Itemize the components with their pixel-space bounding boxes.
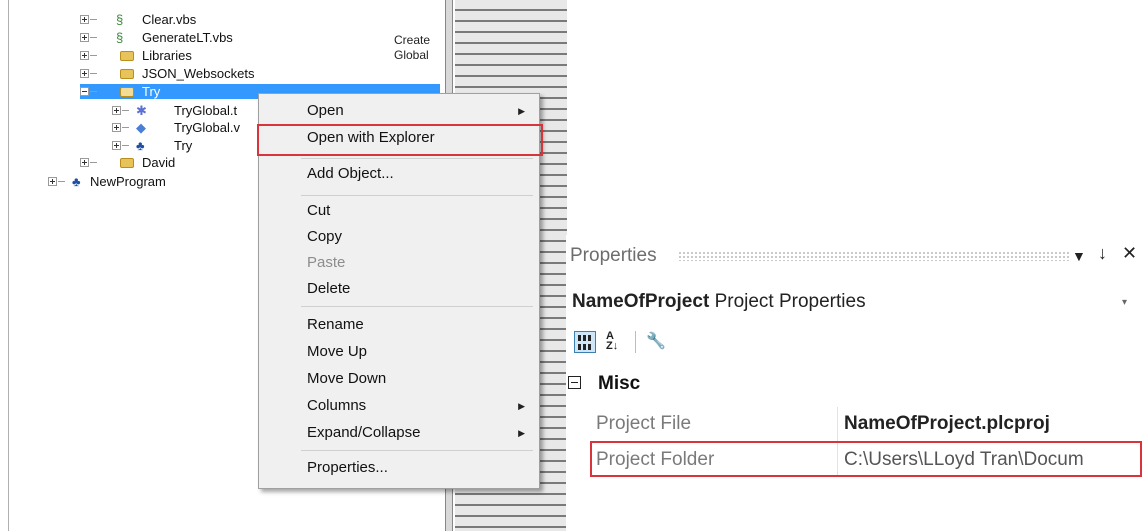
script-icon: § [116, 30, 124, 45]
tree-item-label: GenerateLT.vbs [142, 30, 233, 45]
expand-icon[interactable] [80, 15, 89, 24]
subject-dropdown-icon[interactable]: ▾ [1122, 297, 1127, 308]
pin-icon[interactable]: ↓ [1098, 243, 1107, 264]
categorized-icon[interactable] [574, 331, 596, 353]
property-value[interactable]: NameOfProject.plcproj [844, 407, 1142, 441]
description-text: Global [394, 48, 429, 62]
menu-item-copy[interactable]: Copy [261, 224, 537, 250]
global-tag-icon: ✱ [136, 103, 147, 118]
dropdown-icon[interactable]: ▼ [1072, 248, 1086, 264]
script-icon: § [116, 12, 124, 27]
expand-icon[interactable] [80, 158, 89, 167]
program-icon: ♣ [72, 174, 81, 189]
wrench-icon[interactable]: 🔧 [646, 331, 668, 353]
highlight-box [590, 441, 1142, 477]
menu-item-rename[interactable]: Rename [261, 312, 537, 338]
folder-icon [120, 158, 134, 168]
menu-separator [301, 158, 533, 159]
tree-item-label: TryGlobal.t [174, 103, 238, 118]
expand-icon[interactable] [80, 51, 89, 60]
menu-item-move-down[interactable]: Move Down [261, 366, 537, 392]
expand-icon[interactable] [80, 33, 89, 42]
folder-icon [120, 51, 134, 61]
menu-item-properties[interactable]: Properties... [261, 455, 537, 481]
tree-border [8, 0, 9, 531]
tree-item-label: Libraries [142, 48, 192, 63]
subject-type: Project Properties [714, 291, 866, 312]
toolbar-separator [635, 331, 636, 353]
collapse-icon[interactable] [568, 376, 581, 389]
tree-item-label: Try [142, 84, 161, 99]
properties-title: Properties [570, 245, 657, 266]
menu-separator [301, 195, 533, 196]
folder-icon [120, 69, 134, 79]
collapse-icon[interactable] [80, 87, 89, 96]
tree-item-david[interactable]: David [80, 155, 260, 170]
menu-item-paste: Paste [307, 254, 346, 271]
tree-item-label: NewProgram [90, 174, 166, 189]
menu-separator [301, 450, 533, 451]
menu-item-expand-collapse[interactable]: Expand/Collapse ▶ [261, 420, 537, 446]
tree-item-json-websockets[interactable]: JSON_Websockets [80, 66, 380, 81]
description-text: Create [394, 33, 431, 47]
title-grip[interactable] [678, 251, 1070, 261]
global-script-icon: ◆ [136, 120, 146, 135]
category-label: Misc [598, 373, 641, 394]
menu-item-move-up[interactable]: Move Up [261, 339, 537, 365]
submenu-arrow-icon: ▶ [518, 428, 525, 438]
tree-item-label: TryGlobal.v [174, 120, 240, 135]
tree-item-generatelt-vbs[interactable]: § GenerateLT.vbs [80, 30, 380, 45]
expand-icon[interactable] [112, 141, 121, 150]
menu-item-delete[interactable]: Delete [261, 276, 537, 302]
menu-item-add-object[interactable]: Add Object... [261, 161, 537, 187]
close-icon[interactable]: ✕ [1122, 243, 1137, 264]
tree-item-libraries[interactable]: Libraries [80, 48, 380, 63]
highlight-box [257, 124, 543, 156]
tree-item-tryglobal-t[interactable]: ✱ TryGlobal.t [112, 103, 262, 118]
tree-item-label: Try [174, 138, 193, 153]
subject-name: NameOfProject [572, 291, 710, 312]
folder-open-icon [120, 87, 134, 97]
properties-subject: NameOfProject Project Properties [572, 291, 866, 313]
submenu-arrow-icon: ▶ [518, 401, 525, 411]
expand-icon[interactable] [80, 69, 89, 78]
expand-icon[interactable] [48, 177, 57, 186]
menu-separator [301, 306, 533, 307]
tree-item-label: JSON_Websockets [142, 66, 255, 81]
submenu-arrow-icon: ▶ [518, 106, 525, 116]
property-row-project-file[interactable]: Project File NameOfProject.plcproj [566, 407, 1144, 441]
tree-item-tryglobal-v[interactable]: ◆ TryGlobal.v [112, 120, 262, 135]
properties-pane: Properties ▼ ↓ ✕ NameOfProject Project P… [566, 235, 1144, 531]
expand-icon[interactable] [112, 123, 121, 132]
property-name: Project File [596, 413, 692, 434]
tree-item-try-program[interactable]: ♣ Try [112, 138, 262, 153]
expand-icon[interactable] [112, 106, 121, 115]
menu-item-columns[interactable]: Columns ▶ [261, 393, 537, 419]
tree-item-label: Clear.vbs [142, 12, 197, 27]
alphabetical-icon[interactable]: A Z↓ [606, 331, 628, 353]
program-icon: ♣ [136, 138, 145, 153]
menu-item-cut[interactable]: Cut [261, 198, 537, 224]
tree-item-newprogram[interactable]: ♣ NewProgram [48, 174, 248, 189]
menu-item-open[interactable]: Open ▶ [261, 98, 537, 124]
tree-item-clear-vbs[interactable]: § Clear.vbs [80, 12, 380, 27]
tree-item-label: David [142, 155, 176, 170]
